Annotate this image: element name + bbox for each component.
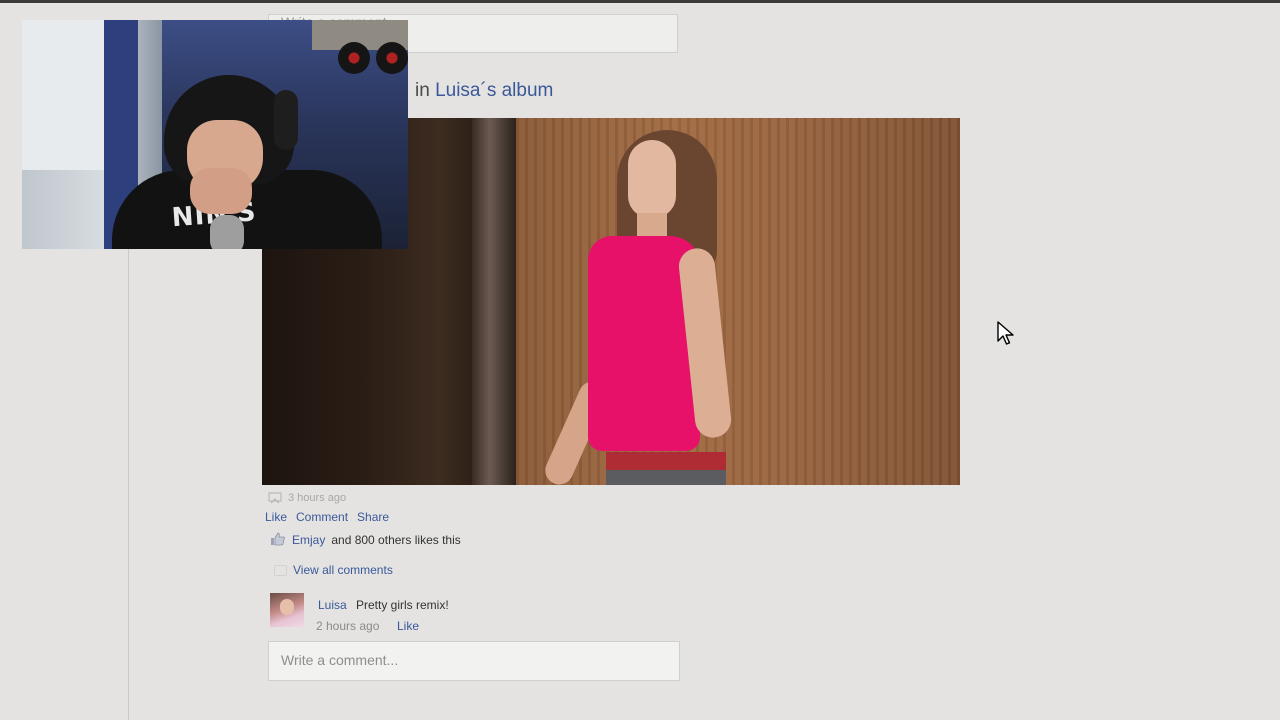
post-actions: Like Comment Share <box>265 510 389 528</box>
view-all-comments-link[interactable]: View all comments <box>293 563 393 577</box>
webcam-whiteboard <box>22 20 104 170</box>
post-meta: 3 hours ago <box>268 489 346 507</box>
photo-person-belt <box>606 452 726 470</box>
thumbs-up-icon <box>270 532 286 549</box>
photo-person-jeans <box>606 470 726 485</box>
liker-name-link[interactable]: Emjay <box>292 533 325 547</box>
mouse-pointer-icon <box>997 321 1015 347</box>
comment-item: Luisa Pretty girls remix! 2 hours ago Li… <box>270 593 690 633</box>
photo-person-face <box>628 140 676 218</box>
comment-like-button[interactable]: Like <box>397 619 419 633</box>
webcam-person-hand <box>190 168 252 214</box>
window-top-edge <box>0 0 1280 3</box>
photo-closet-clothes <box>472 118 516 485</box>
microphone-icon <box>210 215 244 249</box>
likes-count-text: and 800 others likes this <box>331 533 461 547</box>
write-comment-placeholder: Write a comment... <box>281 652 399 668</box>
comment-text: Pretty girls remix! <box>356 598 449 612</box>
share-button[interactable]: Share <box>357 510 389 528</box>
likes-summary: Emjay and 800 others likes this <box>270 531 461 549</box>
comment-time: 2 hours ago <box>316 619 380 633</box>
avatar-face <box>280 599 294 615</box>
vinyl-record-icon <box>338 42 370 74</box>
vinyl-record-icon <box>376 42 408 74</box>
feed-left-divider <box>128 248 129 720</box>
album-link[interactable]: Luisa´s album <box>435 80 553 101</box>
view-all-comments[interactable]: View all comments <box>274 561 393 579</box>
headset-icon <box>274 90 298 150</box>
like-button[interactable]: Like <box>265 510 287 528</box>
avatar[interactable] <box>270 593 304 627</box>
album-prefix: in <box>415 80 430 101</box>
photo-post-icon <box>268 492 282 504</box>
write-comment-input[interactable]: Write a comment... <box>268 641 680 681</box>
comment-button[interactable]: Comment <box>296 510 348 528</box>
album-caption: in Luisa´s album <box>415 80 553 106</box>
comments-icon <box>274 564 287 576</box>
post-time: 3 hours ago <box>288 492 347 504</box>
webcam-overlay: NIN'S <box>22 20 408 249</box>
comment-author-link[interactable]: Luisa <box>318 598 347 612</box>
